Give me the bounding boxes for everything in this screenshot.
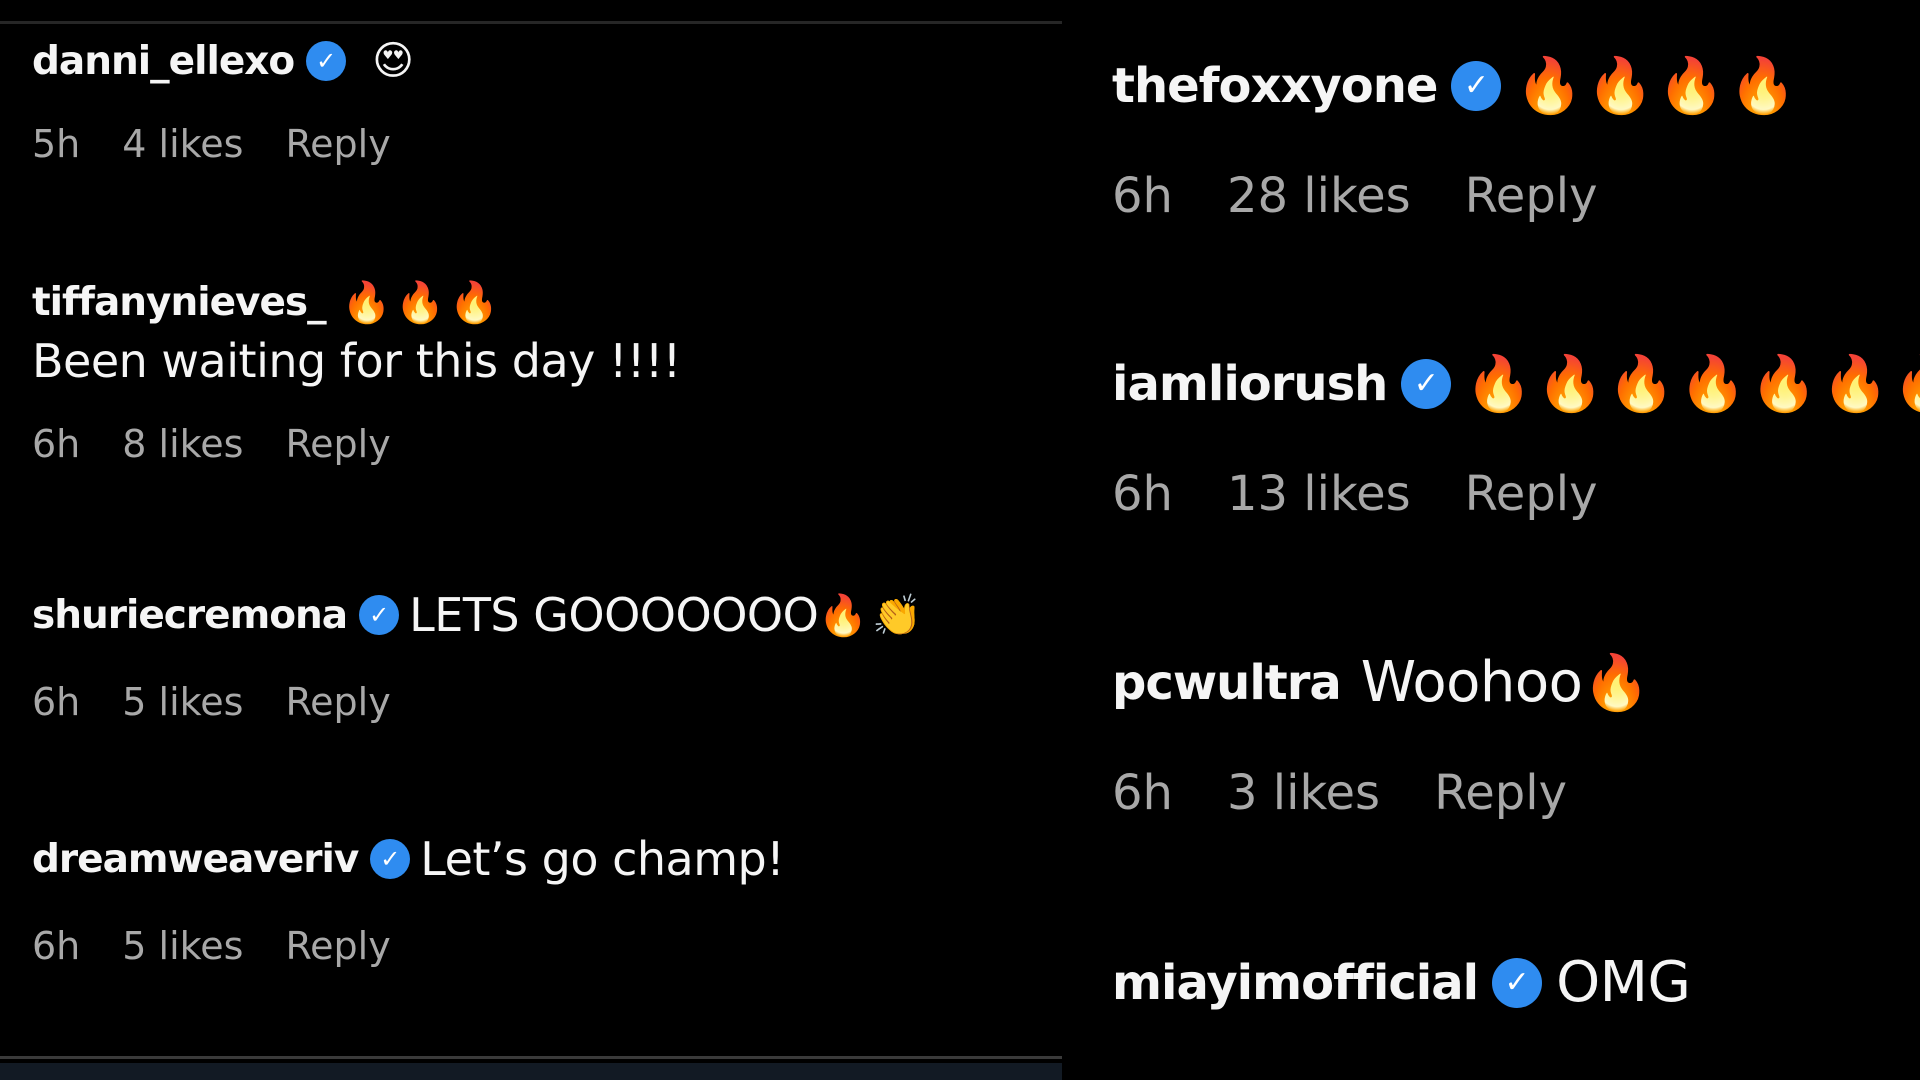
reply-button[interactable]: Reply xyxy=(285,680,390,724)
comment-emoji: 😍 xyxy=(372,38,418,84)
reply-button[interactable]: Reply xyxy=(285,122,390,166)
comment-item: danni_ellexo ✓ 😍 5h 4 likes Reply xyxy=(32,38,418,166)
comment-time: 6h xyxy=(32,680,81,724)
verified-badge-icon: ✓ xyxy=(1451,61,1502,111)
verified-badge-icon: ✓ xyxy=(1401,359,1452,409)
comment-likes[interactable]: 3 likes xyxy=(1227,765,1380,821)
verified-badge-icon: ✓ xyxy=(359,595,400,635)
comment-likes[interactable]: 13 likes xyxy=(1227,466,1411,522)
comment-line: danni_ellexo ✓ 😍 xyxy=(32,38,418,84)
comment-username[interactable]: shuriecremona xyxy=(32,593,348,638)
comment-username[interactable]: tiffanynieves_ xyxy=(32,280,327,325)
comment-emoji: 🔥🔥🔥 xyxy=(341,280,504,326)
comment-meta: 6h 8 likes Reply xyxy=(32,422,1052,466)
comment-text: Been waiting for this day !!!! xyxy=(32,334,681,388)
comment-meta: 5h 4 likes Reply xyxy=(32,122,418,166)
comment-likes[interactable]: 5 likes xyxy=(122,680,243,724)
comment-item: thefoxxyone ✓ 🔥🔥🔥🔥 6h 28 likes Reply xyxy=(1112,54,1800,224)
comment-line: miayimofficial ✓ OMG xyxy=(1112,950,1691,1015)
comment-time: 5h xyxy=(32,122,81,166)
comment-emoji: 🔥🔥🔥🔥 xyxy=(1515,54,1801,117)
comment-line: tiffanynieves_ 🔥🔥🔥 Been waiting for this… xyxy=(32,279,1052,388)
comment-item: pcwultra Woohoo 🔥 6h 3 likes Reply xyxy=(1112,650,1654,821)
comment-likes[interactable]: 4 likes xyxy=(122,122,243,166)
comment-likes[interactable]: 28 likes xyxy=(1227,168,1411,224)
comment-username[interactable]: miayimofficial xyxy=(1112,955,1479,1011)
comment-text: Let’s go champ! xyxy=(420,832,785,886)
comment-meta: 6h 13 likes Reply xyxy=(1112,466,1920,522)
verified-badge-icon: ✓ xyxy=(306,41,347,81)
comment-meta: 6h 28 likes Reply xyxy=(1112,168,1800,224)
comment-time: 6h xyxy=(32,422,81,466)
comment-username[interactable]: dreamweaveriv xyxy=(32,837,359,882)
comment-line: iamliorush ✓ 🔥🔥🔥🔥🔥🔥🔥 xyxy=(1112,352,1920,416)
comment-likes[interactable]: 8 likes xyxy=(122,422,243,466)
comment-line: thefoxxyone ✓ 🔥🔥🔥🔥 xyxy=(1112,54,1800,118)
comment-line: dreamweaveriv ✓ Let’s go champ! xyxy=(32,832,785,886)
comment-item: shuriecremona ✓ LETS GOOOOOOO 🔥👏 6h 5 li… xyxy=(32,588,926,724)
reply-button[interactable]: Reply xyxy=(1434,765,1567,821)
comment-time: 6h xyxy=(1112,765,1173,821)
comment-line: shuriecremona ✓ LETS GOOOOOOO 🔥👏 xyxy=(32,588,926,642)
left-comment-panel: danni_ellexo ✓ 😍 5h 4 likes Reply tiffan… xyxy=(0,0,1062,1080)
bottom-divider xyxy=(0,1056,1062,1059)
bottom-strip xyxy=(0,1063,1062,1080)
comment-line: pcwultra Woohoo 🔥 xyxy=(1112,650,1654,715)
comment-username[interactable]: iamliorush xyxy=(1112,356,1388,412)
verified-badge-icon: ✓ xyxy=(370,839,411,879)
comment-time: 6h xyxy=(1112,168,1173,224)
comment-username[interactable]: thefoxxyone xyxy=(1112,58,1438,114)
reply-button[interactable]: Reply xyxy=(1465,168,1598,224)
comment-item: dreamweaveriv ✓ Let’s go champ! 6h 5 lik… xyxy=(32,832,785,968)
comment-meta: 6h 3 likes Reply xyxy=(1112,765,1654,821)
comment-emoji: 🔥🔥🔥🔥🔥🔥🔥 xyxy=(1465,352,1920,415)
comment-meta: 6h 5 likes Reply xyxy=(32,924,784,968)
right-comment-panel: thefoxxyone ✓ 🔥🔥🔥🔥 6h 28 likes Reply iam… xyxy=(1064,0,1920,1080)
comment-username[interactable]: pcwultra xyxy=(1112,655,1342,711)
comment-item: iamliorush ✓ 🔥🔥🔥🔥🔥🔥🔥 6h 13 likes Reply xyxy=(1112,352,1920,522)
comment-text: OMG xyxy=(1556,950,1691,1015)
top-divider xyxy=(0,21,1062,24)
comment-text: Woohoo xyxy=(1360,650,1583,715)
comment-emoji: 🔥 xyxy=(1582,650,1654,714)
comment-item: miayimofficial ✓ OMG xyxy=(1112,950,1691,1015)
comment-likes[interactable]: 5 likes xyxy=(122,924,243,968)
comment-text: LETS GOOOOOOO xyxy=(409,588,819,642)
verified-badge-icon: ✓ xyxy=(1492,957,1543,1008)
comment-emoji: 🔥👏 xyxy=(818,592,926,639)
reply-button[interactable]: Reply xyxy=(285,924,390,968)
reply-button[interactable]: Reply xyxy=(285,422,390,466)
comment-item: tiffanynieves_ 🔥🔥🔥 Been waiting for this… xyxy=(32,279,1052,466)
comment-time: 6h xyxy=(32,924,81,968)
comment-time: 6h xyxy=(1112,466,1173,522)
reply-button[interactable]: Reply xyxy=(1465,466,1598,522)
comment-username[interactable]: danni_ellexo xyxy=(32,39,295,84)
comment-meta: 6h 5 likes Reply xyxy=(32,680,926,724)
